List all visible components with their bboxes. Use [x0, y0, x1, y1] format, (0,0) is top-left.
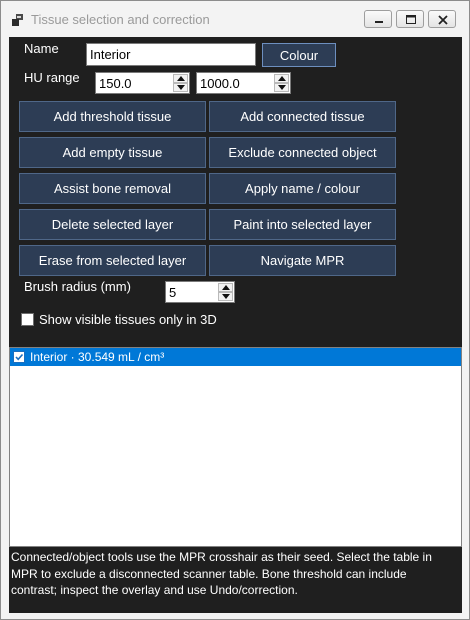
- exclude-connected-object-button[interactable]: Exclude connected object: [209, 137, 396, 168]
- erase-from-selected-layer-button[interactable]: Erase from selected layer: [19, 245, 206, 276]
- brush-radius-stepper[interactable]: 5: [165, 281, 235, 303]
- hu-max-decrement[interactable]: [274, 83, 289, 92]
- hu-max-value: 1000.0: [200, 76, 240, 91]
- add-empty-tissue-button[interactable]: Add empty tissue: [19, 137, 206, 168]
- assist-bone-removal-button[interactable]: Assist bone removal: [19, 173, 206, 204]
- hu-range-label: HU range: [24, 70, 80, 85]
- brush-radius-label: Brush radius (mm): [24, 279, 131, 294]
- name-field[interactable]: Interior: [86, 43, 256, 66]
- status-hint-text: Connected/object tools use the MPR cross…: [11, 550, 432, 597]
- arrow-down-icon: [222, 294, 230, 299]
- hu-max-increment[interactable]: [274, 74, 289, 83]
- show-visible-only-label[interactable]: Show visible tissues only in 3D: [39, 312, 217, 327]
- hu-min-value: 150.0: [99, 76, 132, 91]
- brush-radius-decrement[interactable]: [218, 292, 233, 301]
- arrow-up-icon: [177, 76, 185, 81]
- maximize-button[interactable]: [396, 10, 424, 28]
- paint-into-selected-layer-button[interactable]: Paint into selected layer: [209, 209, 396, 240]
- navigate-mpr-button[interactable]: Navigate MPR: [209, 245, 396, 276]
- add-connected-tissue-button[interactable]: Add connected tissue: [209, 101, 396, 132]
- apply-name-colour-button[interactable]: Apply name / colour: [209, 173, 396, 204]
- tissue-list[interactable]: Interior · 30.549 mL / cm³: [9, 347, 462, 547]
- app-icon: [12, 14, 23, 26]
- brush-radius-increment[interactable]: [218, 283, 233, 292]
- delete-selected-layer-button[interactable]: Delete selected layer: [19, 209, 206, 240]
- minimize-icon: [375, 21, 383, 23]
- list-item[interactable]: Interior · 30.549 mL / cm³: [10, 348, 461, 366]
- window-title: Tissue selection and correction: [31, 12, 210, 27]
- maximize-icon: [406, 15, 416, 24]
- tissue-item-label: Interior · 30.549 mL / cm³: [30, 350, 165, 364]
- close-button[interactable]: [428, 10, 456, 28]
- close-icon: [438, 15, 448, 25]
- add-threshold-tissue-button[interactable]: Add threshold tissue: [19, 101, 206, 132]
- hu-min-increment[interactable]: [173, 74, 188, 83]
- title-bar[interactable]: Tissue selection and correction: [1, 1, 469, 37]
- hu-min-stepper[interactable]: 150.0: [95, 72, 190, 94]
- arrow-up-icon: [222, 285, 230, 290]
- arrow-down-icon: [177, 85, 185, 90]
- name-label: Name: [24, 41, 59, 56]
- tissue-visibility-checkbox[interactable]: [13, 351, 25, 363]
- hu-max-stepper[interactable]: 1000.0: [196, 72, 291, 94]
- show-visible-only-checkbox[interactable]: [21, 313, 34, 326]
- brush-radius-value: 5: [169, 285, 177, 300]
- hu-min-decrement[interactable]: [173, 83, 188, 92]
- tissue-selection-window: Tissue selection and correction Name Int…: [0, 0, 470, 620]
- colour-button[interactable]: Colour: [262, 43, 336, 67]
- arrow-down-icon: [278, 85, 286, 90]
- arrow-up-icon: [278, 76, 286, 81]
- checkmark-icon: [15, 353, 24, 361]
- minimize-button[interactable]: [364, 10, 392, 28]
